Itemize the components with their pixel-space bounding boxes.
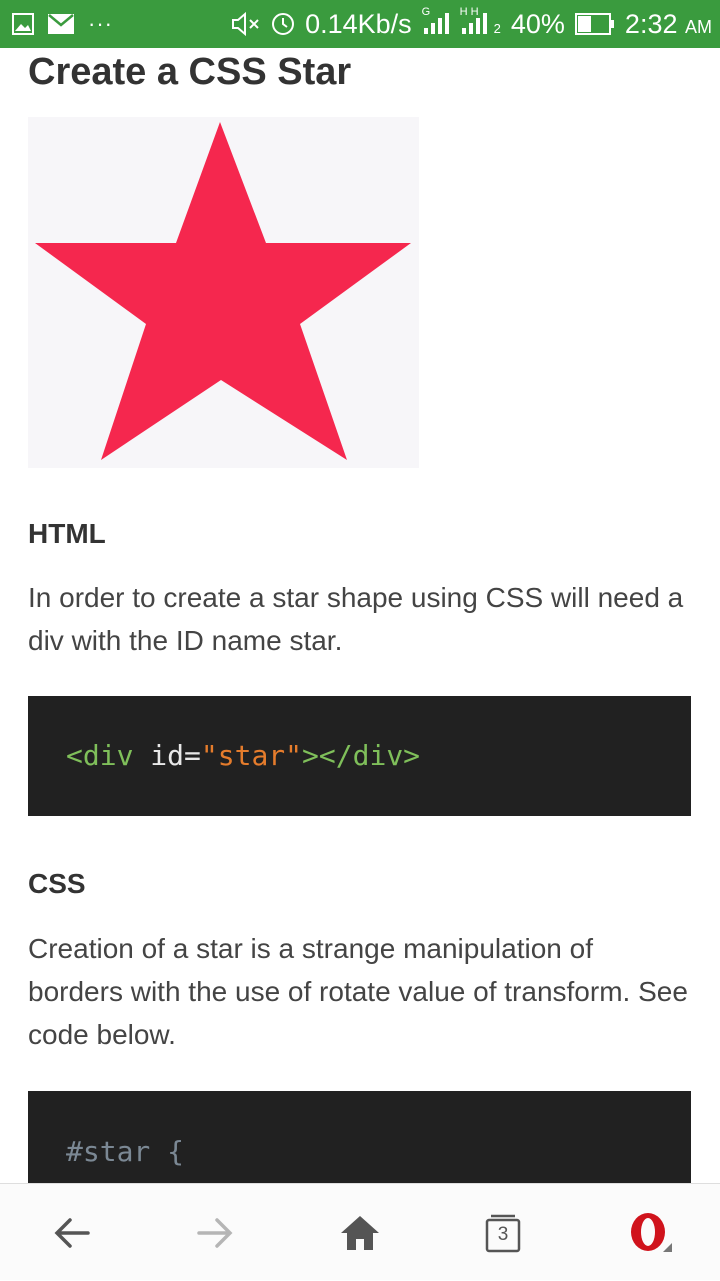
forward-button[interactable] (165, 1184, 265, 1281)
sim1-label: G (421, 6, 431, 18)
star-shape (35, 122, 411, 460)
alarm-icon (271, 12, 295, 36)
home-icon (340, 1215, 380, 1251)
signal-icon: G (422, 6, 450, 36)
code-open-tag: <div (66, 739, 134, 772)
signal-icon: H H 2 (460, 6, 501, 36)
css-code-block: #star { (28, 1091, 691, 1191)
code-close-tag: ></div> (302, 739, 421, 772)
more-notifications: ··· (88, 11, 113, 36)
battery-icon (574, 13, 615, 35)
battery-percent: 40% (510, 8, 565, 39)
sim-slot: 2 (493, 21, 501, 36)
forward-arrow-icon (197, 1217, 233, 1249)
html-code-block: <div id="star"></div> (28, 696, 691, 816)
page-title: Create a CSS Star (28, 51, 352, 93)
star-image (28, 117, 419, 468)
clock-ampm: AM (685, 16, 712, 37)
gallery-icon (12, 13, 34, 35)
network-speed: 0.14Kb/s (305, 8, 412, 39)
browser-bottom-bar: 3 (0, 1183, 720, 1280)
css-code-line: #star { (66, 1135, 185, 1168)
code-value: "star" (200, 739, 303, 772)
opera-menu-icon (627, 1211, 673, 1255)
tabs-count: 3 (497, 1223, 509, 1245)
home-button[interactable] (310, 1184, 410, 1281)
status-bar: ··· 0.14Kb/s G H H 2 40% 2:32 AM (0, 0, 720, 48)
sim2-label: H H (459, 6, 479, 18)
html-section-heading: HTML (28, 518, 106, 549)
html-paragraph: In order to create a star shape using CS… (28, 582, 684, 656)
tabs-icon: 3 (485, 1213, 521, 1253)
back-button[interactable] (22, 1184, 122, 1281)
tabs-button[interactable]: 3 (453, 1184, 553, 1281)
clock: 2:32 AM (625, 9, 712, 40)
opera-menu-button[interactable] (600, 1184, 700, 1281)
mute-icon (231, 11, 261, 37)
clock-time: 2:32 (624, 8, 678, 39)
back-arrow-icon (54, 1217, 90, 1249)
css-section-heading: CSS (28, 868, 86, 899)
css-paragraph: Creation of a star is a strange manipula… (28, 933, 688, 1050)
code-attr: id= (150, 739, 201, 772)
mail-icon (48, 14, 74, 34)
